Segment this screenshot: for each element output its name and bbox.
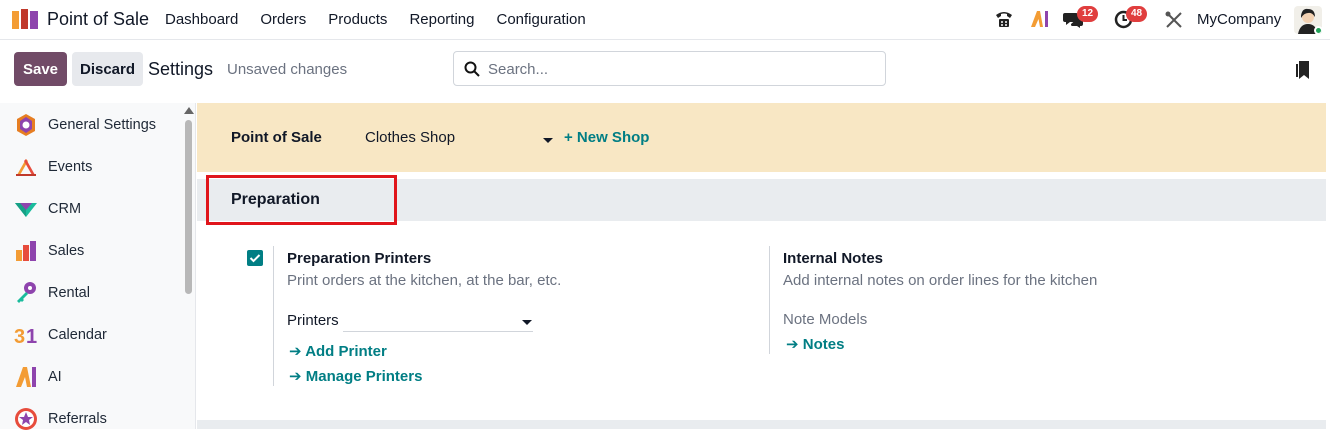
next-section-header <box>197 420 1326 429</box>
discard-button[interactable]: Discard <box>72 52 143 86</box>
notes-link[interactable]: ➔ Notes <box>786 335 844 353</box>
pos-app-icon[interactable] <box>12 9 38 29</box>
company-switcher[interactable]: MyCompany <box>1197 11 1281 28</box>
sidebar-item-rental[interactable]: Rental <box>0 272 180 314</box>
sidebar-item-calendar[interactable]: 3 1 Calendar <box>0 314 180 356</box>
menu-products[interactable]: Products <box>328 11 387 28</box>
add-printer-label: Add Printer <box>305 343 387 360</box>
manage-printers-link[interactable]: ➔ Manage Printers <box>289 367 422 385</box>
svg-text:3: 3 <box>14 326 25 347</box>
sidebar-item-label: Calendar <box>48 327 107 343</box>
sidebar-scrollbar[interactable] <box>185 120 192 294</box>
setting-divider <box>769 246 770 354</box>
general-settings-icon <box>17 114 35 136</box>
sidebar-item-label: Sales <box>48 243 85 259</box>
crm-icon <box>15 203 37 217</box>
tools-icon[interactable] <box>1165 11 1183 29</box>
arrow-right-icon: ➔ <box>786 336 803 353</box>
internal-notes-description: Add internal notes on order lines for th… <box>783 272 1098 289</box>
activities-badge: 48 <box>1126 6 1148 22</box>
messages-badge: 12 <box>1077 6 1099 22</box>
events-icon <box>16 159 36 176</box>
printers-dropdown-caret-icon[interactable] <box>522 320 532 325</box>
setting-divider <box>273 246 274 386</box>
sidebar-item-label: General Settings <box>48 117 157 133</box>
new-shop-button[interactable]: + New Shop <box>564 129 649 146</box>
unsaved-status: Unsaved changes <box>227 61 348 78</box>
search-placeholder: Search... <box>488 61 549 78</box>
save-button[interactable]: Save <box>14 52 67 86</box>
referrals-icon <box>15 408 37 430</box>
menu-orders[interactable]: Orders <box>260 11 306 28</box>
arrow-right-icon: ➔ <box>289 368 306 385</box>
sidebar-item-label: CRM <box>48 201 82 217</box>
ai-icon <box>16 367 36 387</box>
menu-reporting[interactable]: Reporting <box>409 11 474 28</box>
manage-printers-label: Manage Printers <box>305 368 423 385</box>
user-avatar[interactable] <box>1294 6 1322 34</box>
shop-select[interactable]: Clothes Shop <box>365 129 455 146</box>
shop-dropdown-caret-icon[interactable] <box>543 138 553 143</box>
rental-icon <box>17 282 36 303</box>
arrow-right-icon: ➔ <box>289 343 306 360</box>
sidebar-item-events[interactable]: Events <box>0 146 180 188</box>
internal-notes-title: Internal Notes <box>783 250 884 267</box>
ai-icon[interactable] <box>1030 10 1050 28</box>
add-printer-link[interactable]: ➔ Add Printer <box>289 342 387 360</box>
checkmark-icon <box>249 254 261 263</box>
online-status-dot <box>1314 26 1322 34</box>
bookmark-icon[interactable] <box>1296 60 1312 80</box>
shop-label: Point of Sale <box>231 129 322 146</box>
preparation-printers-title: Preparation Printers <box>287 250 432 267</box>
scroll-up-arrow[interactable] <box>184 107 194 114</box>
search-icon <box>464 61 480 77</box>
menu-configuration[interactable]: Configuration <box>496 11 585 28</box>
sidebar-item-label: AI <box>48 369 62 385</box>
sales-icon <box>16 241 36 261</box>
note-models-label: Note Models <box>783 311 868 328</box>
top-navbar: Point of Sale Dashboard Orders Products … <box>0 0 1330 40</box>
calendar-icon: 3 1 <box>14 326 37 347</box>
printers-select[interactable] <box>343 310 533 332</box>
app-name[interactable]: Point of Sale <box>47 9 149 30</box>
notes-label: Notes <box>802 336 845 353</box>
sidebar-item-ai[interactable]: AI <box>0 356 180 398</box>
svg-text:1: 1 <box>26 326 37 347</box>
phone-icon[interactable] <box>994 10 1014 28</box>
sidebar-item-general-settings[interactable]: General Settings <box>0 104 180 146</box>
preparation-printers-description: Print orders at the kitchen, at the bar,… <box>287 272 562 289</box>
sidebar-item-referrals[interactable]: Referrals <box>0 398 180 440</box>
sidebar-item-label: Rental <box>48 285 90 301</box>
sidebar-item-sales[interactable]: Sales <box>0 230 180 272</box>
sidebar-item-crm[interactable]: CRM <box>0 188 180 230</box>
sidebar-item-label: Referrals <box>48 411 107 427</box>
page-title: Settings <box>148 59 214 79</box>
highlight-box <box>206 175 397 225</box>
menu-dashboard[interactable]: Dashboard <box>165 11 238 28</box>
search-input[interactable]: Search... <box>453 51 886 86</box>
main-menu: Dashboard Orders Products Reporting Conf… <box>165 11 608 28</box>
preparation-printers-checkbox[interactable] <box>247 250 263 266</box>
sidebar-item-label: Events <box>48 159 93 175</box>
printers-field-label: Printers <box>287 312 339 329</box>
